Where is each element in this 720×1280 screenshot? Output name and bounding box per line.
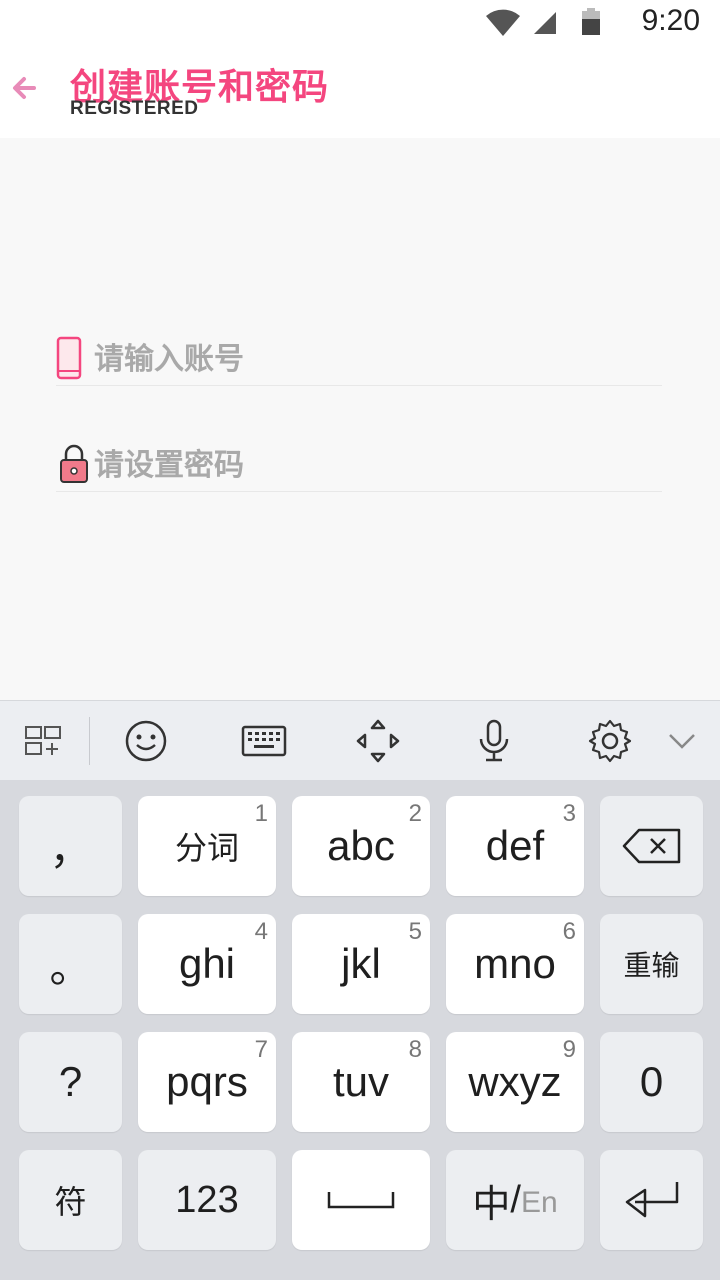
header: 创建账号和密码 REGISTERED	[0, 46, 720, 138]
key-5-number: 5	[408, 918, 422, 945]
key-comma[interactable]: ，	[19, 796, 122, 896]
key-period[interactable]: 。	[19, 914, 122, 1014]
microphone-icon	[479, 719, 509, 762]
cursor-move-button[interactable]	[354, 717, 402, 765]
key-question[interactable]: ?	[19, 1032, 122, 1132]
key-4-label: ghi	[178, 940, 236, 987]
key-8[interactable]: tuv 8	[292, 1032, 430, 1132]
key-lang-slash: /	[510, 1178, 521, 1221]
key-enter[interactable]	[600, 1150, 703, 1250]
keyboard-icon	[241, 725, 287, 757]
key-6[interactable]: mno 6	[446, 914, 584, 1014]
key-language-switch[interactable]: 中 / En	[446, 1150, 584, 1250]
key-retype-label: 重输	[623, 949, 680, 982]
key-symbols-label: 符	[54, 1183, 87, 1221]
status-bar: 9:20	[0, 0, 720, 46]
collapse-keyboard-button[interactable]	[658, 717, 706, 765]
key-6-number: 6	[562, 918, 576, 945]
cursor-move-icon	[356, 719, 400, 763]
key-0-label: 0	[639, 1058, 664, 1105]
page-subtitle: REGISTERED	[70, 98, 199, 119]
key-7[interactable]: pqrs 7	[138, 1032, 276, 1132]
battery-icon	[582, 8, 600, 35]
key-1-label: 分词	[174, 829, 239, 867]
status-time: 9:20	[641, 4, 700, 37]
key-4[interactable]: ghi 4	[138, 914, 276, 1014]
enter-icon	[625, 1182, 678, 1218]
settings-button[interactable]	[586, 717, 634, 765]
key-5[interactable]: jkl 5	[292, 914, 430, 1014]
key-backspace[interactable]	[600, 796, 703, 896]
key-7-label: pqrs	[166, 1058, 248, 1105]
back-button[interactable]	[6, 68, 46, 108]
key-5-label: jkl	[341, 940, 381, 987]
key-retype[interactable]: 重输	[600, 914, 703, 1014]
key-7-number: 7	[254, 1036, 268, 1063]
back-arrow-icon	[13, 77, 36, 99]
key-3-label: def	[485, 822, 545, 869]
wifi-icon	[486, 9, 520, 36]
key-comma-label: ，	[49, 825, 92, 873]
space-icon	[327, 1192, 395, 1209]
key-symbols[interactable]: 符	[19, 1150, 122, 1250]
lock-icon	[60, 444, 88, 483]
emoji-button[interactable]	[122, 717, 170, 765]
key-1-number: 1	[254, 800, 268, 827]
key-3[interactable]: def 3	[446, 796, 584, 896]
backspace-icon	[622, 828, 680, 864]
key-4-number: 4	[254, 918, 268, 945]
key-period-label: 。	[49, 943, 92, 991]
key-2[interactable]: abc 2	[292, 796, 430, 896]
key-9-number: 9	[562, 1036, 576, 1063]
key-lang-cn: 中	[472, 1181, 511, 1226]
key-question-label: ?	[58, 1058, 83, 1105]
apps-grid-icon	[25, 726, 61, 755]
settings-icon	[588, 719, 632, 763]
key-space[interactable]	[292, 1150, 430, 1250]
keyboard-toolbar	[0, 700, 720, 780]
key-6-label: mno	[474, 940, 556, 987]
key-8-label: tuv	[332, 1058, 390, 1105]
key-1[interactable]: 分词 1	[138, 796, 276, 896]
password-input[interactable]	[94, 442, 654, 488]
account-input[interactable]	[94, 336, 654, 382]
emoji-icon	[125, 720, 167, 762]
phone-icon	[56, 336, 82, 380]
keyboard: ， 分词 1 abc 2 def 3 。 ghi 4 jkl 5 mno 6 重…	[0, 780, 720, 1280]
key-numbers-label: 123	[175, 1178, 239, 1221]
account-field	[56, 336, 662, 386]
collapse-chevron-icon	[669, 734, 695, 749]
key-0[interactable]: 0	[600, 1032, 703, 1132]
key-2-label: abc	[327, 822, 395, 869]
key-3-number: 3	[562, 800, 576, 827]
key-2-number: 2	[408, 800, 422, 827]
key-8-number: 8	[408, 1036, 422, 1063]
apps-grid-button[interactable]	[20, 717, 68, 765]
password-field	[56, 442, 662, 492]
key-9[interactable]: wxyz 9	[446, 1032, 584, 1132]
key-9-label: wxyz	[468, 1058, 562, 1105]
keyboard-switch-button[interactable]	[240, 717, 288, 765]
toolbar-divider	[89, 717, 90, 765]
cellular-signal-icon	[534, 12, 556, 34]
voice-input-button[interactable]	[470, 717, 518, 765]
key-lang-en: En	[520, 1186, 558, 1219]
key-numbers[interactable]: 123	[138, 1150, 276, 1250]
